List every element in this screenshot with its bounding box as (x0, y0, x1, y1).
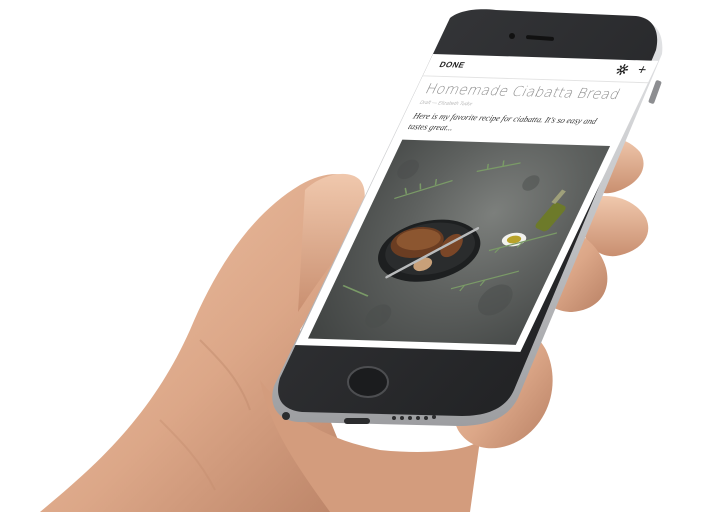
smartphone: DONE + Homemade Ciabatta Bread Draft — E… (268, 6, 668, 436)
done-button[interactable]: DONE (438, 60, 467, 69)
product-scene: DONE + Homemade Ciabatta Bread Draft — E… (0, 0, 708, 512)
add-button[interactable]: + (635, 61, 650, 77)
gear-icon[interactable] (614, 64, 631, 76)
post-excerpt[interactable]: Here is my favorite recipe for ciabatta.… (406, 111, 617, 138)
post-meta: Draft — Elizabeth Tudor (418, 99, 474, 108)
